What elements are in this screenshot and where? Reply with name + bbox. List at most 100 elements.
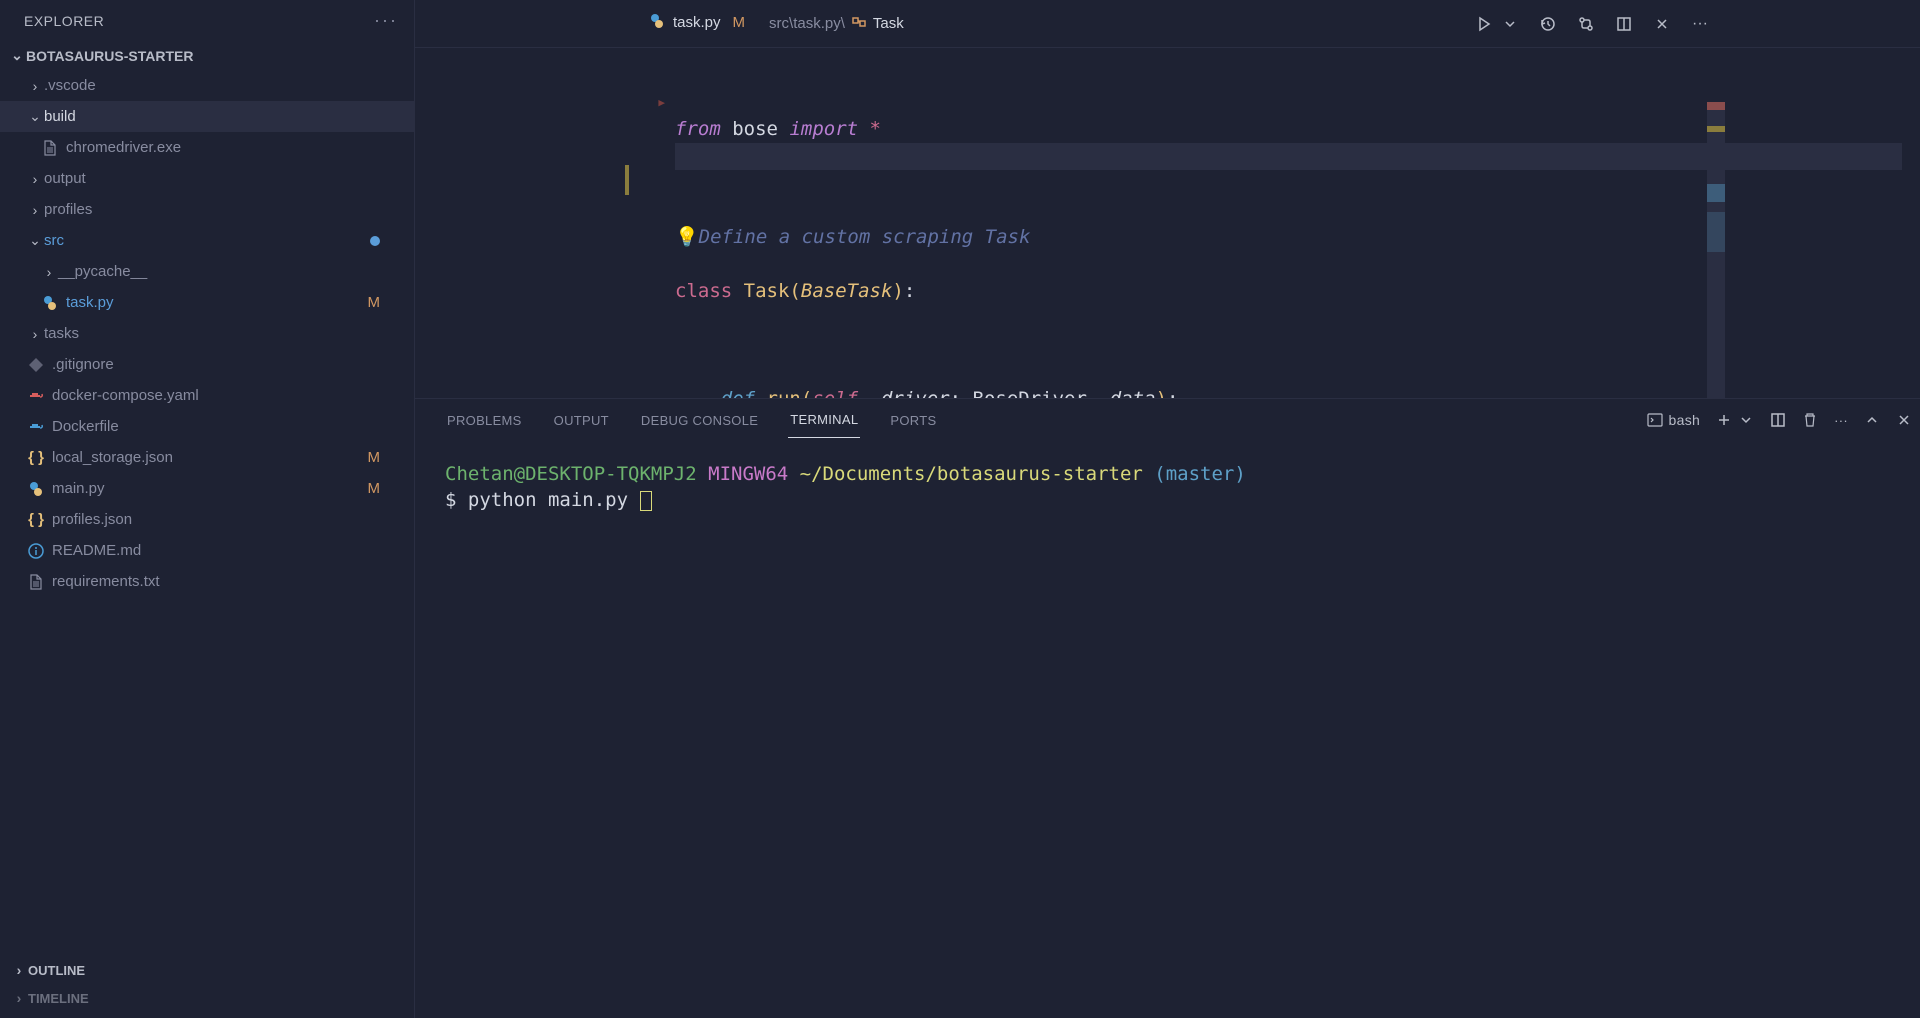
tab-terminal[interactable]: TERMINAL (788, 402, 860, 438)
code-editor[interactable]: ▶ from bose import * 💡Define a custom sc… (415, 48, 1920, 398)
file-icon (40, 140, 60, 156)
file-item[interactable]: requirements.txt (0, 566, 414, 597)
item-label: profiles (44, 201, 404, 218)
folder-item[interactable]: ⌄src (0, 225, 414, 256)
history-icon[interactable] (1538, 14, 1558, 34)
file-icon (26, 357, 46, 373)
more-actions-icon[interactable]: ··· (1690, 14, 1710, 34)
trash-icon[interactable] (1802, 412, 1818, 428)
tab-output[interactable]: OUTPUT (552, 403, 611, 438)
bottom-panel: PROBLEMS OUTPUT DEBUG CONSOLE TERMINAL P… (415, 398, 1920, 1018)
project-root[interactable]: ⌄ BOTASAURUS-STARTER (0, 41, 414, 70)
explorer-sidebar: EXPLORER ··· ⌄ BOTASAURUS-STARTER ›.vsco… (0, 0, 415, 1018)
item-label: src (44, 232, 370, 249)
modified-dot-icon (370, 236, 380, 246)
outline-section[interactable]: › OUTLINE (10, 956, 404, 984)
timeline-section[interactable]: › TIMELINE (10, 984, 404, 1012)
file-item[interactable]: .gitignore (0, 349, 414, 380)
git-compare-icon[interactable] (1576, 14, 1596, 34)
file-icon (26, 419, 46, 435)
file-icon (40, 295, 60, 311)
editor-actions: ··· (1474, 0, 1710, 48)
item-label: README.md (52, 542, 404, 559)
tab-ports[interactable]: PORTS (888, 403, 938, 438)
file-icon (26, 574, 46, 590)
project-name: BOTASAURUS-STARTER (26, 48, 193, 64)
file-item[interactable]: { }profiles.json (0, 504, 414, 535)
chevron-icon: › (26, 326, 44, 342)
editor-tab-bar: task.py M src\task.py\ Task ··· (415, 0, 1920, 48)
terminal-dropdown-icon[interactable] (1738, 412, 1754, 428)
sidebar-more-icon[interactable]: ··· (374, 10, 398, 31)
item-label: local_storage.json (52, 449, 368, 466)
file-icon: { } (26, 449, 46, 466)
folder-item[interactable]: ›__pycache__ (0, 256, 414, 287)
item-label: main.py (52, 480, 368, 497)
run-dropdown-icon[interactable] (1500, 14, 1520, 34)
editor-tab[interactable]: task.py M (635, 0, 759, 47)
file-icon (26, 543, 46, 559)
item-label: docker-compose.yaml (52, 387, 404, 404)
code-content: from bose import * 💡Define a custom scra… (675, 62, 1920, 398)
panel-tabs: PROBLEMS OUTPUT DEBUG CONSOLE TERMINAL P… (437, 399, 1920, 441)
chevron-icon: › (26, 202, 44, 218)
main-area: task.py M src\task.py\ Task ··· ▶ (415, 0, 1920, 1018)
outline-label: OUTLINE (28, 963, 85, 978)
fold-icon[interactable]: ▶ (635, 89, 665, 116)
chevron-up-icon[interactable] (1864, 412, 1880, 428)
folder-item[interactable]: ⌄build (0, 101, 414, 132)
item-label: .gitignore (52, 356, 404, 373)
folder-item[interactable]: ›output (0, 163, 414, 194)
file-item[interactable]: docker-compose.yaml (0, 380, 414, 411)
terminal-branch: (master) (1154, 463, 1246, 485)
file-item[interactable]: task.pyM (0, 287, 414, 318)
item-label: task.py (66, 294, 368, 311)
breadcrumb[interactable]: src\task.py\ Task (769, 14, 904, 34)
item-label: profiles.json (52, 511, 404, 528)
shell-selector[interactable]: bash (1647, 412, 1701, 428)
file-tree: ›.vscode⌄buildchromedriver.exe›output›pr… (0, 70, 414, 950)
new-terminal-icon[interactable] (1716, 412, 1732, 428)
tab-filename: task.py (673, 14, 721, 31)
terminal-content[interactable]: Chetan@DESKTOP-TQKMPJ2 MINGW64 ~/Documen… (437, 441, 1920, 1018)
close-panel-icon[interactable] (1896, 412, 1912, 428)
split-editor-icon[interactable] (1614, 14, 1634, 34)
git-status: M (368, 480, 381, 497)
tab-modified-status: M (733, 14, 746, 31)
tab-debug-console[interactable]: DEBUG CONSOLE (639, 403, 760, 438)
python-icon (649, 13, 665, 33)
chevron-icon: › (40, 264, 58, 280)
current-line-highlight (675, 143, 1902, 170)
terminal-path: ~/Documents/botasaurus-starter (800, 463, 1143, 485)
chevron-right-icon: › (10, 990, 28, 1006)
sidebar-header: EXPLORER ··· (0, 0, 414, 41)
folder-item[interactable]: ›tasks (0, 318, 414, 349)
file-icon (26, 481, 46, 497)
panel-actions: bash ··· (1647, 399, 1912, 441)
item-label: output (44, 170, 404, 187)
terminal-prompt: $ (445, 489, 468, 511)
terminal-command: python main.py (468, 489, 628, 511)
breadcrumb-class: Task (873, 15, 904, 32)
gutter: ▶ (635, 62, 675, 398)
file-item[interactable]: { } local_storage.jsonM (0, 442, 414, 473)
file-item[interactable]: chromedriver.exe (0, 132, 414, 163)
file-item[interactable]: main.pyM (0, 473, 414, 504)
git-status: M (368, 294, 381, 311)
chevron-right-icon: › (10, 962, 28, 978)
run-button[interactable] (1474, 14, 1494, 34)
terminal-cursor (640, 491, 652, 511)
file-item[interactable]: Dockerfile (0, 411, 414, 442)
git-status: M (368, 449, 381, 466)
chevron-icon: › (26, 78, 44, 94)
panel-more-icon[interactable]: ··· (1834, 413, 1848, 428)
split-terminal-icon[interactable] (1770, 412, 1786, 428)
file-item[interactable]: README.md (0, 535, 414, 566)
chevron-icon: ⌄ (26, 108, 44, 125)
explorer-title: EXPLORER (24, 13, 104, 29)
tab-problems[interactable]: PROBLEMS (445, 403, 524, 438)
folder-item[interactable]: ›profiles (0, 194, 414, 225)
lightbulb-icon[interactable]: 💡 (675, 224, 699, 251)
folder-item[interactable]: ›.vscode (0, 70, 414, 101)
close-icon[interactable] (1652, 14, 1672, 34)
